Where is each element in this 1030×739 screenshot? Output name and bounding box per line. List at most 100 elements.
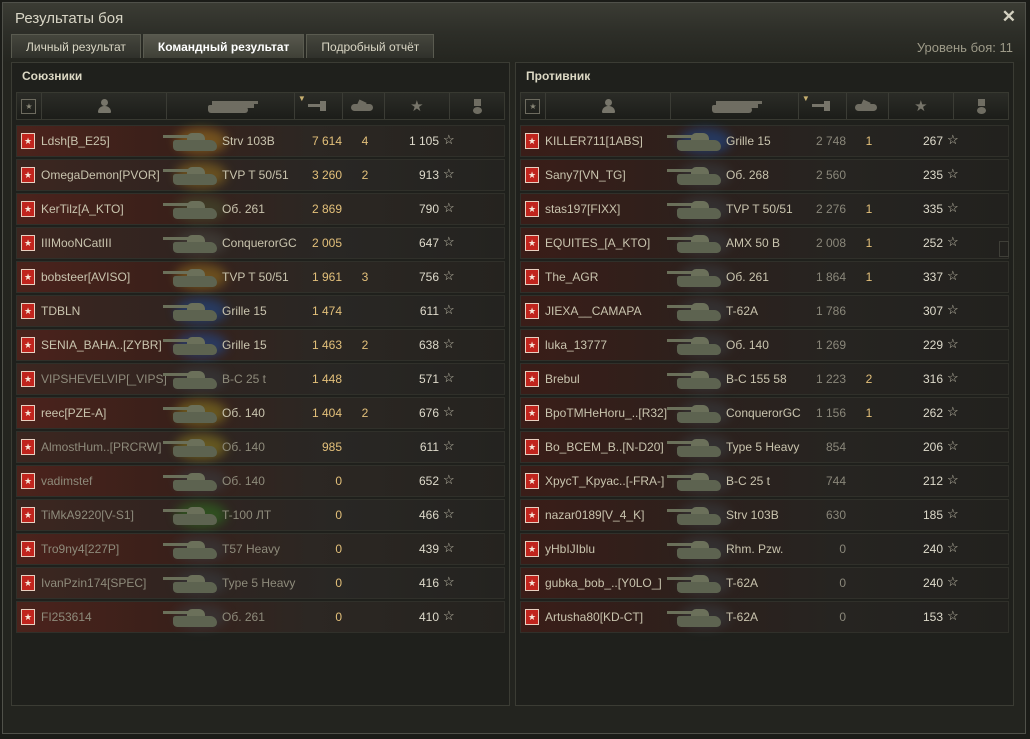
player-row[interactable]: ★ reec[PZE-A] Об. 140 1 404 2 676 ☆ [16,397,505,429]
tank-hull [677,582,721,593]
battle-results-window: Результаты боя ✕ Личный результат Команд… [2,2,1026,734]
tank-hull [173,344,217,355]
tank-gun [667,407,693,410]
platoon-badge-icon: ★ [21,337,35,353]
player-row[interactable]: ★ gubka_bob_..[Y0LO_] T-62A 0 240 ☆ [520,567,1009,599]
tank-thumbnail-icon [667,332,731,358]
player-row[interactable]: ★ XpycT_Kpyac..[-FRA-] B-C 25 t 744 212 ☆ [520,465,1009,497]
sort-by-player[interactable] [546,93,672,119]
sort-by-kills[interactable] [343,93,385,119]
tank-hull [173,616,217,627]
player-row[interactable]: ★ SENIA_BAHA..[ZYBR] Grille 15 1 463 2 638 ☆ [16,329,505,361]
xp-value: 252 [922,236,943,250]
player-name: AlmostHum..[PRCRW] [41,440,162,454]
damage-value: 1 223 [815,372,846,386]
player-name: yHbIJIblu [545,542,596,556]
tank-thumbnail-icon [163,162,227,188]
player-row[interactable]: ★ FI253614 Об. 261 0 410 ☆ [16,601,505,633]
tank-hull [677,208,721,219]
tab-team-result[interactable]: Командный результат [142,34,305,58]
damage-value: 985 [321,440,342,454]
xp-value: 439 [418,542,439,556]
sort-by-damage[interactable]: ▼ [799,93,847,119]
player-row[interactable]: ★ TDBLN Grille 15 1 474 611 ☆ [16,295,505,327]
xp-star-icon: ☆ [443,268,455,283]
player-row[interactable]: ★ IvanPzin174[SPEC] Type 5 Heavy 0 416 ☆ [16,567,505,599]
xp-star-icon: ☆ [947,404,959,419]
xp-star-icon: ☆ [947,234,959,249]
player-row[interactable]: ★ yHbIJIblu Rhm. Pzw. 0 240 ☆ [520,533,1009,565]
kills-value: 2 [361,406,369,420]
player-row[interactable]: ★ stas197[FIXX] TVP T 50/51 2 276 1 335 ☆ [520,193,1009,225]
sort-by-medals[interactable] [450,93,504,119]
platoon-badge-icon: ★ [525,405,539,421]
tank-thumbnail-icon [163,570,227,596]
platoon-badge-icon: ★ [21,167,35,183]
player-row[interactable]: ★ Bo_BCEM_B..[N-D20] Type 5 Heavy 854 206 ☆ [520,431,1009,463]
player-row[interactable]: ★ IIIMooNCatIII ConquerorGC 2 005 647 ☆ [16,227,505,259]
tank-gun [163,305,189,308]
sort-by-tank[interactable] [167,93,295,119]
player-row[interactable]: ★ KILLER711[1ABS] Grille 15 2 748 1 267 ☆ [520,125,1009,157]
player-row[interactable]: ★ Ldsh[B_E25] Strv 103B 7 614 4 1 105 ☆ [16,125,505,157]
platoon-badge-icon: ★ [525,371,539,387]
player-name: TDBLN [41,304,81,318]
xp-value: 466 [418,508,439,522]
sort-by-tank[interactable] [671,93,799,119]
squad-icon: ★ [21,98,37,114]
player-row[interactable]: ★ BpoTMHeHoru_..[R32] ConquerorGC 1 156 1 262… [520,397,1009,429]
allies-title: Союзники [22,69,83,83]
player-row[interactable]: ★ JIEXA__CAMAPA T-62A 1 786 307 ☆ [520,295,1009,327]
player-row[interactable]: ★ KerTilz[A_KTO] Об. 261 2 869 790 ☆ [16,193,505,225]
player-row[interactable]: ★ Tro9ny4[227P] T57 Heavy 0 439 ☆ [16,533,505,565]
kills-value: 1 [865,202,873,216]
sort-by-xp[interactable]: ★ [385,93,451,119]
player-row[interactable]: ★ TiMkA9220[V-S1] T-100 ЛТ 0 466 ☆ [16,499,505,531]
xp-value: 756 [418,270,439,284]
xp-star-icon: ☆ [443,370,455,385]
player-row[interactable]: ★ bobsteer[AVISO] TVP T 50/51 1 961 3 756 ☆ [16,261,505,293]
damage-value: 854 [825,440,846,454]
tank-hull [677,140,721,151]
tank-gun [163,373,189,376]
platoon-badge-icon: ★ [525,133,539,149]
player-row[interactable]: ★ EQUITES_[A_KTO] AMX 50 B2 008 1 252 ☆ [520,227,1009,259]
xp-value: 790 [418,202,439,216]
sort-by-kills[interactable] [847,93,889,119]
player-row[interactable]: ★ nazar0189[V_4_K] Strv 103B 630 185 ☆ [520,499,1009,531]
close-icon[interactable]: ✕ [1002,7,1016,27]
tank-thumbnail-icon [667,536,731,562]
player-row[interactable]: ★ VIPSHEVELVIP[_VIPS] B-C 25 t1 448 571 ☆ [16,363,505,395]
platoon-badge-icon: ★ [525,235,539,251]
player-row[interactable]: ★ Artusha80[KD-CT] T-62A 0 153 ☆ [520,601,1009,633]
tank-hull [677,344,721,355]
player-name: FI253614 [41,610,92,624]
tank-hull [173,548,217,559]
sort-by-squad[interactable]: ★ [521,93,546,119]
xp-star-icon: ☆ [443,506,455,521]
sort-by-squad[interactable]: ★ [17,93,42,119]
damage-value: 0 [335,542,342,556]
xp-value: 240 [922,576,943,590]
player-row[interactable]: ★ OmegaDemon[PVOR] TVP T 50/51 3 260 2 913 ☆ [16,159,505,191]
tank-hull [173,140,217,151]
kills-value: 1 [865,406,873,420]
sort-by-player[interactable] [42,93,168,119]
player-name: TiMkA9220[V-S1] [41,508,134,522]
platoon-badge-icon: ★ [525,541,539,557]
scrollbar[interactable] [999,241,1009,257]
xp-star-icon: ☆ [443,438,455,453]
tab-detailed-report[interactable]: Подробный отчёт [306,34,435,58]
sort-by-xp[interactable]: ★ [889,93,955,119]
xp-star-icon: ☆ [947,370,959,385]
player-row[interactable]: ★ AlmostHum..[PRCRW] Об. 140 985 611 ☆ [16,431,505,463]
sort-by-damage[interactable]: ▼ [295,93,343,119]
player-row[interactable]: ★ Brebul B-C 155 58 1 223 2 316 ☆ [520,363,1009,395]
sort-by-medals[interactable] [954,93,1008,119]
player-row[interactable]: ★ luka_13777 Об. 140 1 269 229 ☆ [520,329,1009,361]
tab-personal-result[interactable]: Личный результат [11,34,141,58]
player-row[interactable]: ★ vadimstef Об. 140 0 652 ☆ [16,465,505,497]
tank-thumbnail-icon [667,162,731,188]
player-row[interactable]: ★ The_AGR Об. 261 1 864 1 337 ☆ [520,261,1009,293]
player-row[interactable]: ★ Sany7[VN_TG] Об. 268 2 560 235 ☆ [520,159,1009,191]
